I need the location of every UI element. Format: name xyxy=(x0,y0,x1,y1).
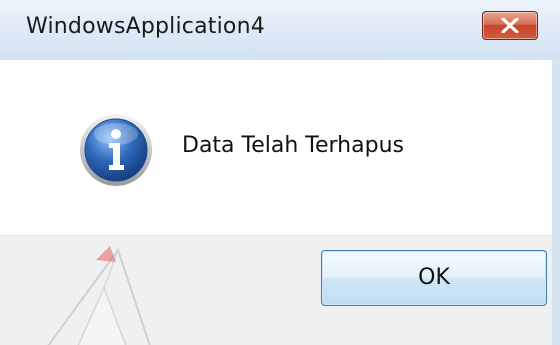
info-icon xyxy=(80,114,152,186)
close-button[interactable] xyxy=(482,11,538,40)
ok-button[interactable]: OK xyxy=(321,250,547,306)
title-bar[interactable]: WindowsApplication4 xyxy=(0,0,560,60)
message-text: Data Telah Terhapus xyxy=(182,133,404,158)
button-bar: OK xyxy=(0,235,560,345)
window-border-right xyxy=(552,60,560,345)
message-area: Data Telah Terhapus xyxy=(0,60,560,235)
watermark-graphic xyxy=(47,246,151,345)
close-icon xyxy=(501,18,519,33)
message-box-dialog: WindowsApplication4 Data Telah Terhapus … xyxy=(0,0,560,345)
window-title: WindowsApplication4 xyxy=(26,14,265,39)
